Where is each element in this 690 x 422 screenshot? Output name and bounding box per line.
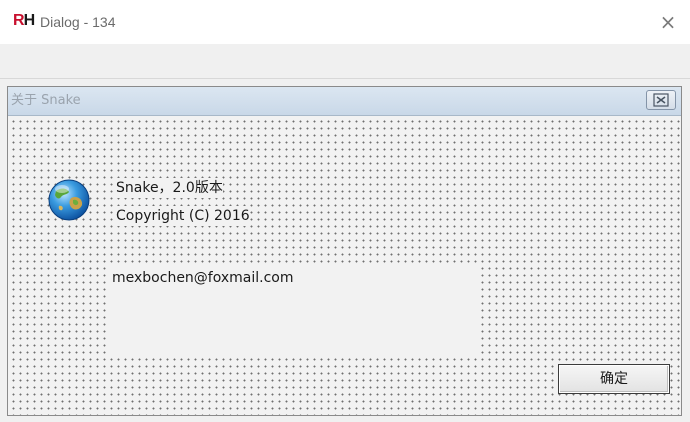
- about-dialog[interactable]: 关于 Snake Snake，2.0版本 Copyright (C) 2016 …: [7, 86, 682, 416]
- email-label: mexbochen@foxmail.com: [110, 268, 294, 288]
- dialog-body-grid: Snake，2.0版本 Copyright (C) 2016 mexbochen…: [8, 116, 681, 415]
- toolbar-area: [0, 44, 690, 79]
- ok-button[interactable]: 确定: [558, 364, 670, 394]
- product-version-label: Snake，2.0版本: [114, 178, 223, 198]
- window-close-button[interactable]: ×: [650, 6, 686, 38]
- globe-icon[interactable]: [47, 178, 91, 222]
- email-static-box: mexbochen@foxmail.com: [110, 266, 480, 356]
- app-logo-icon: RH: [13, 12, 35, 29]
- copyright-label: Copyright (C) 2016: [114, 206, 250, 226]
- window-title: Dialog - 134: [40, 14, 116, 30]
- close-icon: [653, 93, 669, 107]
- window-titlebar: RH Dialog - 134 ×: [0, 0, 690, 44]
- dialog-title: 关于 Snake: [11, 93, 81, 108]
- dialog-caption-bar[interactable]: 关于 Snake: [8, 87, 681, 116]
- dialog-close-button[interactable]: [646, 90, 676, 110]
